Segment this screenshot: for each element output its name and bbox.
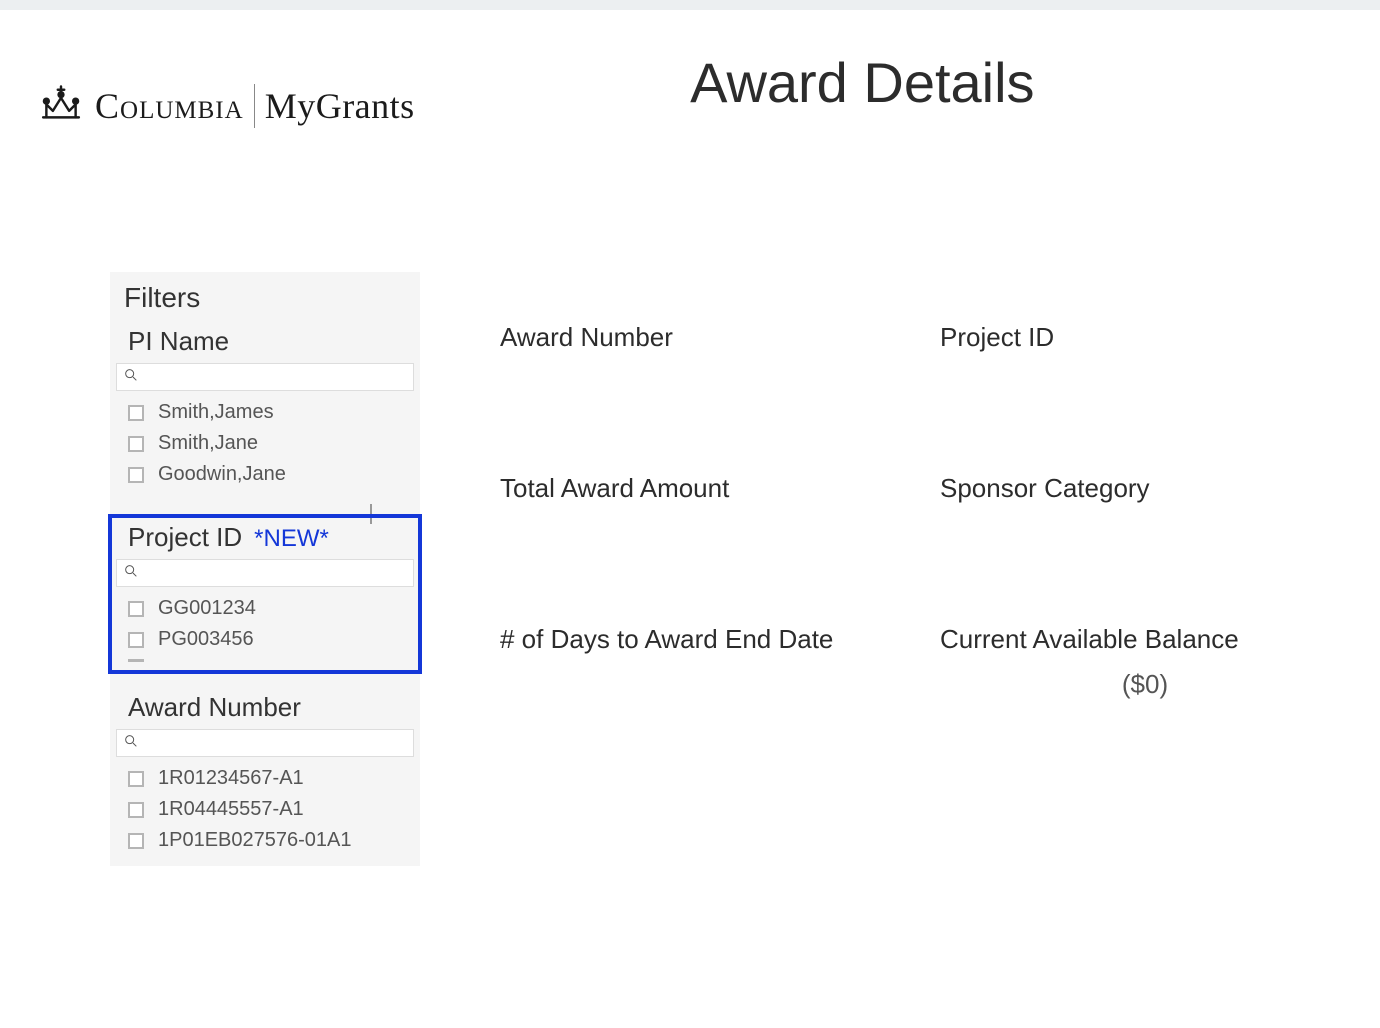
detail-project-id: Project ID xyxy=(940,322,1350,353)
brand-separator xyxy=(254,84,255,128)
current-balance-value: ($0) xyxy=(940,669,1350,700)
filter-label-pi-name: PI Name xyxy=(128,326,229,357)
checkbox-icon[interactable] xyxy=(128,405,144,421)
list-item[interactable]: Smith,Jane xyxy=(128,428,406,459)
pi-name-list: Smith,James Smith,Jane Goodwin,Jane xyxy=(110,397,420,490)
filters-panel: Filters PI Name Smith,James Smith,Jane G… xyxy=(110,272,420,866)
list-item[interactable]: 1R04445557-A1 xyxy=(128,794,406,825)
list-item[interactable]: GG001234 xyxy=(128,593,406,624)
checkbox-icon[interactable] xyxy=(128,771,144,787)
partial-item-indicator xyxy=(128,659,144,662)
list-item[interactable]: Smith,James xyxy=(128,397,406,428)
search-row-project-id[interactable] xyxy=(116,559,414,587)
filters-title: Filters xyxy=(110,272,420,320)
filter-section-award-number: Award Number 1R01234567-A1 1R04445557-A1… xyxy=(110,678,420,866)
filter-section-pi-name: PI Name Smith,James Smith,Jane Goodwin,J… xyxy=(110,320,420,510)
search-row-award-number[interactable] xyxy=(116,729,414,757)
brand-name-main: Columbia xyxy=(95,85,244,127)
search-icon xyxy=(123,367,139,388)
filter-label-project-id: Project ID xyxy=(128,522,242,553)
list-item[interactable]: 1R01234567-A1 xyxy=(128,763,406,794)
details-grid: Award Number Project ID Total Award Amou… xyxy=(500,272,1350,866)
project-id-list: GG001234 PG003456 xyxy=(110,593,420,655)
search-input-pi-name[interactable] xyxy=(143,368,407,386)
detail-days-to-end: # of Days to Award End Date xyxy=(500,624,920,700)
checkbox-icon[interactable] xyxy=(128,632,144,648)
search-input-project-id[interactable] xyxy=(143,564,407,582)
checkbox-icon[interactable] xyxy=(128,467,144,483)
checkbox-icon[interactable] xyxy=(128,601,144,617)
search-row-pi-name[interactable] xyxy=(116,363,414,391)
filter-section-project-id: Project ID *NEW* GG001234 PG003456 xyxy=(110,516,420,672)
checkbox-icon[interactable] xyxy=(128,833,144,849)
search-icon xyxy=(123,563,139,584)
search-icon xyxy=(123,733,139,754)
crown-icon xyxy=(35,80,87,132)
award-number-list: 1R01234567-A1 1R04445557-A1 1P01EB027576… xyxy=(110,763,420,856)
new-badge: *NEW* xyxy=(254,525,329,553)
detail-total-award-amount: Total Award Amount xyxy=(500,473,920,504)
brand-logo: Columbia MyGrants xyxy=(35,80,415,132)
checkbox-icon[interactable] xyxy=(128,436,144,452)
window-top-bar xyxy=(0,0,1380,10)
list-item[interactable]: Goodwin,Jane xyxy=(128,459,406,490)
filter-label-award-number: Award Number xyxy=(128,692,301,723)
detail-current-balance: Current Available Balance ($0) xyxy=(940,624,1350,700)
detail-sponsor-category: Sponsor Category xyxy=(940,473,1350,504)
checkbox-icon[interactable] xyxy=(128,802,144,818)
search-input-award-number[interactable] xyxy=(143,734,407,752)
detail-award-number: Award Number xyxy=(500,322,920,353)
page-title: Award Details xyxy=(375,50,1350,115)
list-item[interactable]: PG003456 xyxy=(128,624,406,655)
list-item[interactable]: 1P01EB027576-01A1 xyxy=(128,825,406,856)
header: Columbia MyGrants Award Details xyxy=(0,10,1380,132)
